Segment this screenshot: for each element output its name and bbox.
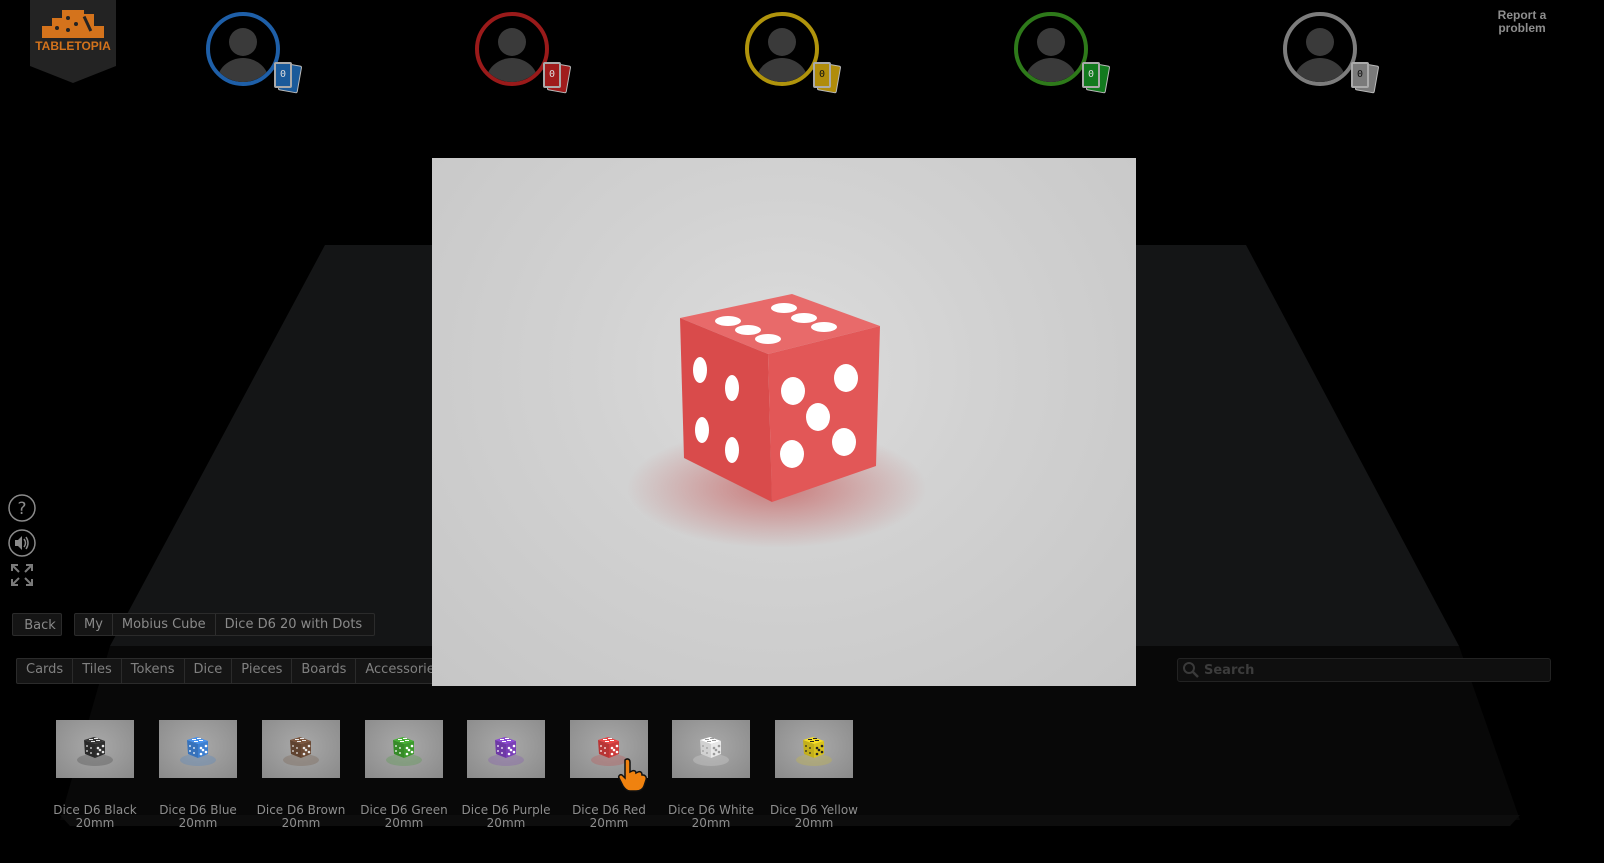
category-tabs: Cards Tiles Tokens Dice Pieces Boards Ac…: [16, 658, 452, 684]
item-size: 20mm: [589, 816, 629, 830]
tab-dice[interactable]: Dice: [185, 659, 233, 683]
item-tile[interactable]: Dice D6 Green 20mm: [354, 720, 454, 830]
player-slot-red[interactable]: 0: [475, 12, 575, 96]
item-thumbnail[interactable]: [672, 720, 750, 778]
tab-boards[interactable]: Boards: [292, 659, 357, 683]
card-count-badge: 0: [1351, 62, 1381, 96]
item-tile[interactable]: Dice D6 Blue 20mm: [148, 720, 248, 830]
player-avatar-ring[interactable]: [1014, 12, 1088, 86]
item-size: 20mm: [281, 816, 321, 830]
card-count-badge: 0: [274, 62, 304, 96]
item-size: 20mm: [75, 816, 115, 830]
fullscreen-button[interactable]: [10, 563, 38, 591]
card-count-badge: 0: [543, 62, 573, 96]
player-slot-blue[interactable]: 0: [206, 12, 306, 96]
svg-text:TABLETOPIA: TABLETOPIA: [35, 39, 111, 53]
item-size: 20mm: [691, 816, 731, 830]
back-button[interactable]: Back: [12, 613, 62, 636]
item-tile[interactable]: Dice D6 Yellow 20mm: [764, 720, 864, 830]
item-size: 20mm: [486, 816, 526, 830]
player-avatar-ring[interactable]: [1283, 12, 1357, 86]
help-button[interactable]: ?: [8, 494, 36, 522]
card-count-badge: 0: [1082, 62, 1112, 96]
item-thumbnail[interactable]: [159, 720, 237, 778]
die-icon: [180, 737, 216, 766]
player-slot-gray[interactable]: 0: [1283, 12, 1383, 96]
item-tile[interactable]: Dice D6 Brown 20mm: [251, 720, 351, 830]
item-thumbnail[interactable]: [56, 720, 134, 778]
card-count: 0: [543, 62, 561, 88]
player-avatar-ring[interactable]: [475, 12, 549, 86]
die-icon: [386, 737, 422, 766]
player-slot-green[interactable]: 0: [1014, 12, 1114, 96]
die-preview: [627, 294, 927, 548]
item-preview-image: [432, 158, 1136, 686]
item-size: 20mm: [384, 816, 424, 830]
user-silhouette-icon: [486, 28, 538, 82]
die-icon: [283, 737, 319, 766]
svg-text:?: ?: [17, 499, 26, 519]
expand-icon: [11, 564, 33, 586]
hand-pointer-cursor-icon: [617, 758, 649, 792]
player-avatar-ring[interactable]: [745, 12, 819, 86]
tabletopia-logo[interactable]: TABLETOPIA: [30, 0, 118, 83]
item-size: 20mm: [794, 816, 834, 830]
player-avatar-ring[interactable]: [206, 12, 280, 86]
item-thumbnail[interactable]: [467, 720, 545, 778]
report-problem-link[interactable]: Report a problem: [1492, 9, 1552, 35]
search-input[interactable]: [1200, 662, 1538, 678]
user-silhouette-icon: [1294, 28, 1346, 82]
question-circle-icon: ?: [8, 494, 36, 522]
breadcrumb-item-publisher[interactable]: Mobius Cube: [113, 614, 216, 635]
item-thumbnail[interactable]: [775, 720, 853, 778]
card-count: 0: [1351, 62, 1369, 88]
search-icon: [1183, 662, 1199, 678]
user-silhouette-icon: [217, 28, 269, 82]
breadcrumb: My Mobius Cube Dice D6 20 with Dots: [74, 613, 376, 636]
card-count-badge: 0: [813, 62, 843, 96]
tab-tokens[interactable]: Tokens: [122, 659, 185, 683]
search-box[interactable]: [1177, 658, 1551, 682]
user-silhouette-icon: [1025, 28, 1077, 82]
item-size: 20mm: [178, 816, 218, 830]
item-thumbnail[interactable]: [262, 720, 340, 778]
die-icon: [488, 737, 524, 766]
sound-button[interactable]: [8, 529, 36, 557]
speaker-icon: [8, 529, 36, 557]
item-tile[interactable]: Dice D6 Purple 20mm: [456, 720, 556, 830]
user-silhouette-icon: [756, 28, 808, 82]
die-icon: [77, 737, 113, 766]
tab-pieces[interactable]: Pieces: [232, 659, 293, 683]
item-tile[interactable]: Dice D6 White 20mm: [661, 720, 761, 830]
player-slot-yellow[interactable]: 0: [745, 12, 845, 96]
die-icon: [796, 737, 832, 766]
breadcrumb-item-current[interactable]: Dice D6 20 with Dots: [216, 614, 375, 635]
card-count: 0: [274, 62, 292, 88]
card-count: 0: [813, 62, 831, 88]
card-count: 0: [1082, 62, 1100, 88]
tab-cards[interactable]: Cards: [17, 659, 74, 683]
die-icon: [693, 737, 729, 766]
item-thumbnail[interactable]: [365, 720, 443, 778]
tab-tiles[interactable]: Tiles: [73, 659, 122, 683]
item-tile[interactable]: Dice D6 Black 20mm: [45, 720, 145, 830]
breadcrumb-item-my[interactable]: My: [75, 614, 113, 635]
